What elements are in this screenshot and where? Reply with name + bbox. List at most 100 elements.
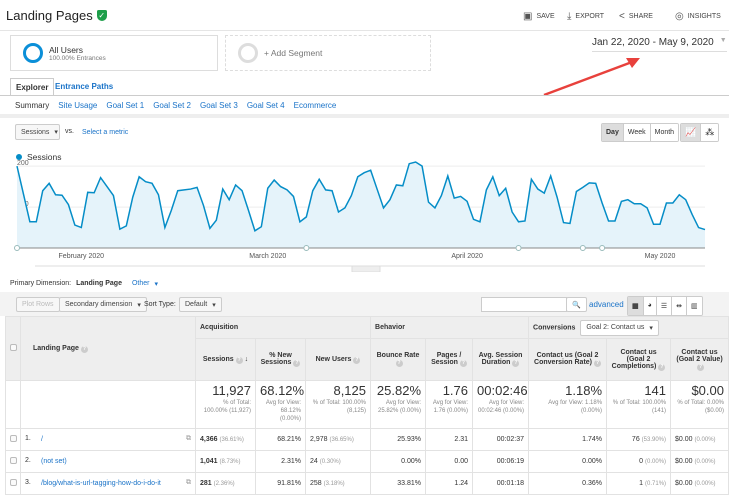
table-search-input[interactable] — [481, 297, 567, 312]
totals-blank — [21, 381, 196, 429]
pie-view-icon[interactable]: ◕ — [643, 297, 656, 315]
pages-cell: 0.00 — [426, 451, 473, 473]
pivot-view-icon[interactable]: ▥ — [686, 297, 702, 315]
annotation-marker-icon[interactable] — [15, 246, 20, 251]
export-button[interactable]: ⤓ Export — [567, 11, 604, 22]
advanced-filter-link[interactable]: advanced — [589, 300, 624, 309]
tab-entrance-paths[interactable]: Entrance Paths — [50, 78, 118, 96]
metric-value: Sessions — [21, 129, 49, 136]
total-avg-session-duration: 00:02:46Avg for View: 00:02:46 (0.00%) — [473, 381, 529, 429]
primary-dimension-value: Landing Page — [76, 280, 122, 288]
select-all-checkbox[interactable] — [10, 344, 17, 351]
landing-page-link[interactable]: /blog/what-is-url-tagging-how-do-i-do-it — [41, 479, 180, 488]
segment-all-users[interactable]: All Users100.00% Entrances — [10, 35, 218, 71]
x-tick-label: February 2020 — [59, 253, 105, 260]
sort-desc-icon: ↓ — [245, 356, 249, 363]
sessions-chart: 100200February 2020March 2020April 2020M… — [0, 160, 729, 272]
help-icon: ? — [353, 357, 360, 364]
row-number: 2. — [25, 457, 31, 464]
completions-value: 0 — [639, 458, 643, 465]
total-sub: % of Total: 0.00% ($0.00) — [677, 400, 724, 414]
annotation-marker-icon[interactable] — [304, 246, 309, 251]
duration-value: 00:02:37 — [497, 436, 524, 443]
row-number: 3. — [25, 479, 31, 486]
table-view-toggle: ▦◕☰⇹▥ — [627, 296, 703, 316]
open-page-icon[interactable]: ⧉ — [186, 435, 191, 444]
period-day-button[interactable]: Day — [602, 124, 623, 141]
annotation-marker-icon[interactable] — [600, 246, 605, 251]
new-sessions-value: 91.81% — [277, 480, 301, 487]
col-landing-page[interactable]: Landing Page? — [21, 317, 196, 381]
new-users-cell: 24 (0.30%) — [306, 451, 371, 473]
add-segment-button[interactable]: + Add Segment — [225, 35, 431, 71]
subnav-goal-set-2[interactable]: Goal Set 2 — [153, 101, 191, 110]
col-goal2-value[interactable]: Contact us (Goal 2 Value)? — [671, 339, 729, 381]
landing-page-link[interactable]: / — [41, 435, 180, 444]
comparison-view-icon[interactable]: ⇹ — [671, 297, 686, 315]
annotation-marker-icon[interactable] — [580, 246, 585, 251]
line-chart-icon[interactable]: 📈 — [681, 124, 700, 141]
row-checkbox[interactable] — [10, 479, 17, 486]
row-select — [6, 429, 21, 451]
subnav-site-usage[interactable]: Site Usage — [58, 101, 97, 110]
share-button[interactable]: <Share — [619, 11, 653, 22]
export-icon: ⤓ — [567, 11, 571, 22]
performance-view-icon[interactable]: ☰ — [656, 297, 671, 315]
segment-ring-icon — [23, 43, 43, 63]
col-label: Landing Page — [33, 345, 79, 352]
new-sessions-cell: 91.81% — [256, 473, 306, 495]
tab-explorer[interactable]: Explorer — [10, 78, 54, 96]
col-bounce-rate[interactable]: Bounce Rate? — [371, 339, 426, 381]
col-avg-session-duration[interactable]: Avg. Session Duration? — [473, 339, 529, 381]
landing-page-link[interactable]: (not set) — [41, 457, 191, 466]
period-week-button[interactable]: Week — [623, 124, 650, 141]
help-icon: ? — [697, 364, 704, 371]
subnav-goal-set-3[interactable]: Goal Set 3 — [200, 101, 238, 110]
verified-shield-icon: ✓ — [97, 10, 107, 21]
motion-chart-icon[interactable]: ⁂ — [700, 124, 718, 141]
period-month-button[interactable]: Month — [650, 124, 678, 141]
annotation-marker-icon[interactable] — [516, 246, 521, 251]
subnav-ecommerce[interactable]: Ecommerce — [294, 101, 337, 110]
goal-value-pct: (0.00%) — [695, 459, 716, 465]
subnav-summary[interactable]: Summary — [15, 101, 49, 110]
metric-select[interactable]: Sessions▾ — [15, 124, 60, 140]
row-checkbox[interactable] — [10, 457, 17, 464]
other-dimension-link[interactable]: Other — [132, 280, 150, 288]
subnav-goal-set-1[interactable]: Goal Set 1 — [106, 101, 144, 110]
search-button[interactable]: 🔍 — [566, 297, 587, 312]
col-label: Pages / Session — [431, 352, 461, 366]
select-metric-link[interactable]: Select a metric — [82, 129, 128, 136]
add-segment-label: + Add Segment — [264, 48, 322, 58]
sessions-pct: (2.36%) — [214, 481, 235, 487]
plot-rows-button[interactable]: Plot Rows — [16, 297, 60, 312]
goal-select[interactable]: Goal 2: Contact us▾ — [580, 320, 659, 336]
collapse-chart-toggle[interactable] — [352, 266, 380, 272]
row-checkbox[interactable] — [10, 435, 17, 442]
col-pct-new-sessions[interactable]: % New Sessions? — [256, 339, 306, 381]
col-sessions[interactable]: Sessions? ↓ — [196, 339, 256, 381]
col-new-users[interactable]: New Users? — [306, 339, 371, 381]
landing-page-cell: 1./⧉ — [21, 429, 196, 451]
save-button[interactable]: ▣Save — [523, 11, 555, 22]
conv-rate-cell: 1.74% — [529, 429, 607, 451]
date-range-picker[interactable]: Jan 22, 2020 - May 9, 2020▼ — [592, 37, 727, 52]
total-sub: Avg for View: 1.76 (0.00%) — [433, 400, 468, 414]
col-label: Bounce Rate — [377, 352, 420, 359]
col-goal2-completions[interactable]: Contact us (Goal 2 Completions)? — [607, 339, 671, 381]
new-users-cell: 2,978 (36.65%) — [306, 429, 371, 451]
export-label: Export — [575, 13, 604, 20]
sort-type-select[interactable]: Default▾ — [179, 297, 222, 312]
col-pages-per-session[interactable]: Pages / Session? — [426, 339, 473, 381]
total-new-users: 8,125% of Total: 100.00% (8,125) — [306, 381, 371, 429]
open-page-icon[interactable]: ⧉ — [186, 479, 191, 488]
secondary-dimension-select[interactable]: Secondary dimension▾ — [59, 297, 147, 312]
duration-cell: 00:06:19 — [473, 451, 529, 473]
table-view-icon[interactable]: ▦ — [628, 297, 643, 315]
subnav-goal-set-4[interactable]: Goal Set 4 — [247, 101, 285, 110]
new-users-pct: (36.65%) — [329, 437, 353, 443]
total-sub: Avg for View: 68.12% (0.00%) — [266, 400, 301, 422]
insights-button[interactable]: ◎Insights — [675, 11, 721, 22]
goal-value: $0.00 — [675, 458, 693, 465]
col-goal2-conversion-rate[interactable]: Contact us (Goal 2 Conversion Rate)? — [529, 339, 607, 381]
